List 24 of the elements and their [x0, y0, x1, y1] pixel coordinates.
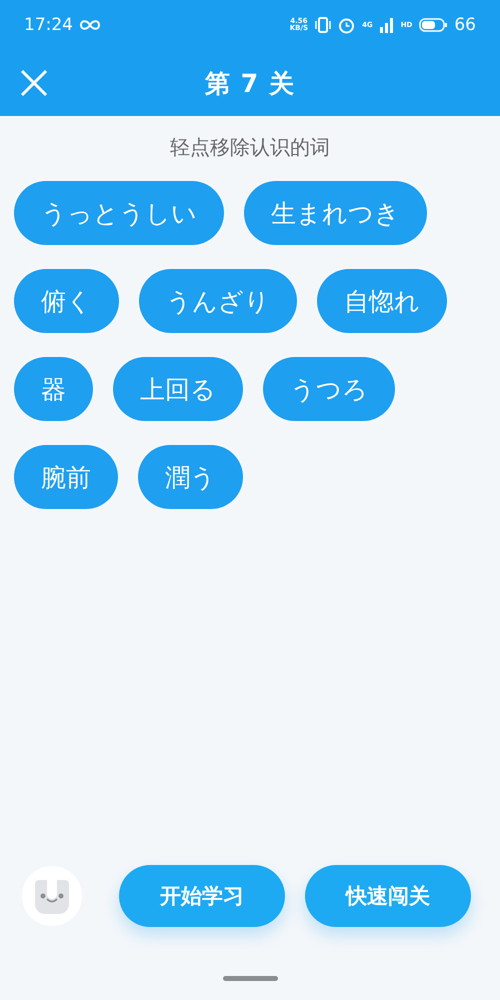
word-chip[interactable]: うっとうしい — [14, 181, 224, 245]
level-title: 第 7 关 — [205, 68, 295, 100]
battery-percent: 66 — [454, 15, 476, 35]
word-chip[interactable]: 生まれつき — [244, 181, 427, 245]
instruction-text: 轻点移除认识的词 — [169, 134, 331, 161]
infinity-icon — [79, 19, 101, 31]
close-button[interactable] — [18, 67, 50, 99]
vibrate-icon — [315, 17, 332, 33]
home-indicator[interactable] — [223, 976, 278, 981]
action-button[interactable]: 快速闯关 — [305, 865, 471, 927]
mascot-icon — [33, 878, 71, 914]
battery-icon — [419, 18, 448, 32]
signal-icon — [380, 18, 394, 32]
word-chip[interactable]: 俯く — [14, 269, 119, 333]
word-chip[interactable]: 潤う — [138, 445, 243, 509]
word-chip[interactable]: 上回る — [113, 357, 243, 421]
action-button[interactable]: 开始学习 — [119, 865, 285, 927]
word-chip[interactable]: 自惚れ — [317, 269, 447, 333]
word-chip[interactable]: 器 — [14, 357, 93, 421]
word-chip[interactable]: うんざり — [139, 269, 297, 333]
status-time: 17:24 — [24, 15, 73, 35]
alarm-icon — [338, 16, 356, 34]
word-chip[interactable]: 腕前 — [14, 445, 118, 509]
word-chip[interactable]: うつろ — [263, 357, 395, 421]
